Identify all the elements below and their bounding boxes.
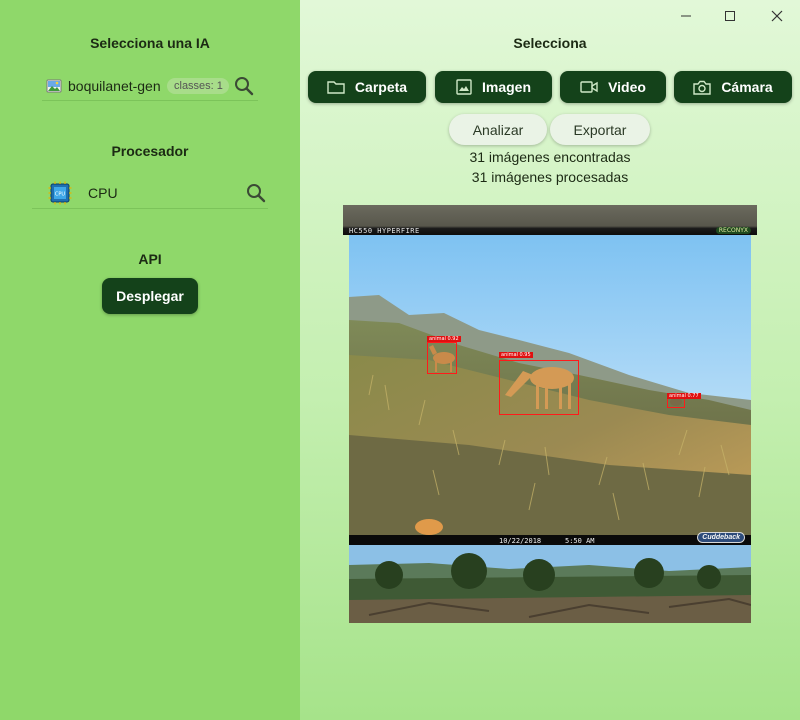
model-name: boquilanet-gen — [68, 78, 161, 94]
video-button[interactable]: Video — [560, 71, 666, 103]
detection-label: animal 0.77 — [667, 393, 701, 399]
detection-label: animal 0.95 — [499, 352, 533, 358]
camera-button[interactable]: Cámara — [674, 71, 792, 103]
search-icon[interactable] — [234, 76, 254, 101]
top-strip-caption: HC550 HYPERFIRE — [349, 227, 420, 235]
image-icon — [456, 79, 472, 95]
processor-section-title: Procesador — [111, 143, 189, 159]
photo-time: 5:50 AM — [565, 537, 595, 545]
foreground-blur — [415, 519, 443, 535]
video-button-label: Video — [608, 79, 646, 95]
camera-button-label: Cámara — [721, 79, 773, 95]
video-icon — [580, 80, 598, 94]
folder-button[interactable]: Carpeta — [308, 71, 426, 103]
photo-brand: Cuddeback — [697, 532, 745, 543]
model-classes-chip: classes: 1 — [167, 78, 229, 94]
image-button-label: Imagen — [481, 79, 531, 95]
top-strip-brand: RECONYX — [715, 227, 751, 234]
main-panel: Selecciona Carpeta Imagen Video Cámara A… — [300, 0, 800, 720]
svg-text:CPU: CPU — [55, 192, 66, 198]
model-section-title: Selecciona una IA — [90, 35, 210, 51]
detection-box — [499, 360, 579, 415]
processed-count-text: 31 imágenes procesadas — [471, 169, 629, 185]
preview-image-top: HC550 HYPERFIRE RECONYX — [343, 205, 757, 235]
close-icon[interactable] — [767, 6, 787, 26]
search-icon[interactable] — [246, 183, 266, 208]
detection-box — [667, 398, 685, 408]
folder-button-label: Carpeta — [354, 79, 408, 95]
found-count-text: 31 imágenes encontradas — [469, 149, 631, 165]
left-panel: Selecciona una IA boquilanet-gen classes… — [0, 0, 300, 720]
processor-name: CPU — [88, 185, 118, 201]
detection-box — [427, 342, 457, 374]
model-selector[interactable]: boquilanet-gen classes: 1 — [42, 72, 258, 101]
image-file-icon — [46, 78, 62, 94]
export-button[interactable]: Exportar — [550, 114, 650, 145]
photo-date: 10/22/2018 — [499, 537, 542, 545]
minimize-icon[interactable] — [676, 6, 696, 26]
cpu-icon: CPU — [48, 181, 72, 205]
preview-image-main: animal 0.92 animal 0.95 animal 0.77 10/2… — [349, 235, 751, 545]
analyze-button[interactable]: Analizar — [449, 114, 547, 145]
image-button[interactable]: Imagen — [435, 71, 552, 103]
folder-icon — [327, 80, 345, 94]
maximize-icon[interactable] — [720, 6, 740, 26]
deploy-button[interactable]: Desplegar — [102, 278, 198, 314]
camera-icon — [693, 80, 712, 95]
processor-selector[interactable]: CPU CPU — [32, 178, 268, 209]
preview-image-bottom — [349, 545, 751, 623]
api-section-title: API — [138, 251, 162, 267]
detection-label: animal 0.92 — [427, 336, 461, 342]
main-title: Selecciona — [513, 35, 587, 51]
